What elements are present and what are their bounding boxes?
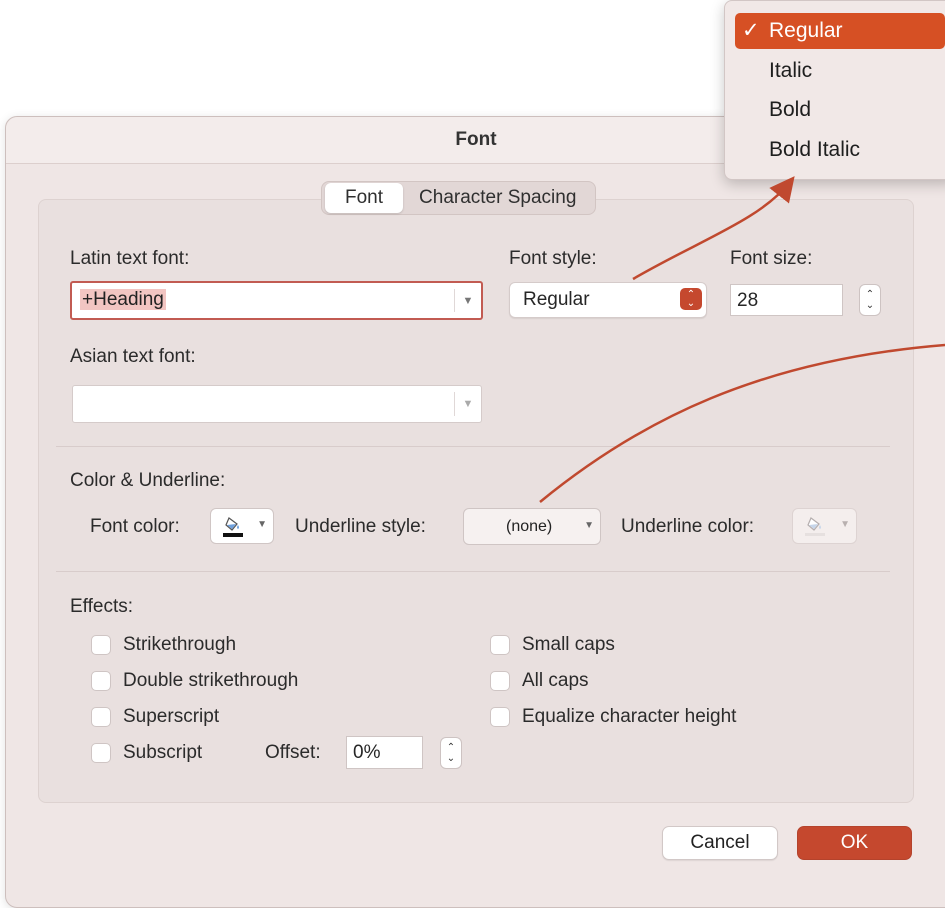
- subscript-checkbox[interactable]: [91, 743, 111, 763]
- equalize-height-label: Equalize character height: [522, 706, 737, 727]
- strikethrough-label: Strikethrough: [123, 634, 237, 655]
- paint-bucket-icon: [223, 517, 243, 537]
- underline-color-button[interactable]: ▼: [792, 508, 857, 544]
- offset-stepper[interactable]: ⌃ ⌄: [440, 737, 462, 769]
- menu-item-regular[interactable]: ✓ Regular: [735, 13, 945, 49]
- superscript-label: Superscript: [123, 706, 220, 727]
- offset-value: 0%: [353, 742, 381, 763]
- divider: [56, 571, 890, 572]
- small-caps-label: Small caps: [522, 634, 615, 655]
- font-size-label: Font size:: [730, 248, 813, 269]
- stepper-up-icon[interactable]: ⌃: [866, 289, 874, 300]
- chevron-down-icon[interactable]: ▼: [454, 289, 481, 312]
- chevron-down-icon[interactable]: ▼: [454, 392, 481, 416]
- subscript-label: Subscript: [123, 742, 203, 763]
- font-color-button[interactable]: ▼: [210, 508, 274, 544]
- tab-font[interactable]: Font: [325, 183, 404, 213]
- underline-style-label: Underline style:: [295, 516, 426, 537]
- offset-label: Offset:: [265, 742, 321, 763]
- up-down-chevron-icon: ⌃ ⌄: [680, 288, 702, 310]
- equalize-height-checkbox[interactable]: [490, 707, 510, 727]
- superscript-checkbox[interactable]: [91, 707, 111, 727]
- font-style-label: Font style:: [509, 248, 597, 269]
- font-style-value: Regular: [523, 289, 590, 310]
- effects-section-label: Effects:: [70, 596, 134, 617]
- small-caps-checkbox[interactable]: [490, 635, 510, 655]
- ok-button[interactable]: OK: [797, 826, 912, 860]
- tab-character-spacing[interactable]: Character Spacing: [403, 183, 592, 213]
- latin-font-combo[interactable]: +Heading ▼: [70, 281, 483, 320]
- font-color-label: Font color:: [90, 516, 180, 537]
- double-strikethrough-checkbox[interactable]: [91, 671, 111, 691]
- all-caps-label: All caps: [522, 670, 589, 691]
- offset-field[interactable]: 0%: [346, 736, 423, 769]
- stepper-down-icon[interactable]: ⌄: [866, 300, 874, 311]
- latin-font-value: +Heading: [80, 289, 166, 310]
- all-caps-checkbox[interactable]: [490, 671, 510, 691]
- stepper-up-icon[interactable]: ⌃: [447, 742, 455, 753]
- chevron-down-icon: ▼: [840, 519, 850, 530]
- font-style-popup[interactable]: Regular ⌃ ⌄: [509, 282, 707, 318]
- font-size-field[interactable]: 28: [730, 284, 843, 316]
- menu-item-italic[interactable]: Italic: [735, 53, 945, 89]
- asian-font-combo[interactable]: ▼: [72, 385, 482, 423]
- chevron-down-icon: ▼: [257, 519, 267, 530]
- tab-bar: Font Character Spacing: [321, 181, 597, 215]
- menu-item-bold[interactable]: Bold: [735, 92, 945, 128]
- divider: [56, 446, 890, 447]
- color-underline-section-label: Color & Underline:: [70, 470, 226, 491]
- stepper-down-icon[interactable]: ⌄: [447, 753, 455, 764]
- font-style-menu: ✓ Regular Italic Bold Bold Italic: [724, 0, 945, 180]
- underline-color-label: Underline color:: [621, 516, 755, 537]
- underline-style-combo[interactable]: (none) ▼: [463, 508, 601, 545]
- chevron-down-icon: ▼: [584, 520, 594, 531]
- underline-style-value: (none): [506, 518, 553, 535]
- font-size-value: 28: [737, 290, 759, 311]
- cancel-button[interactable]: Cancel: [662, 826, 778, 860]
- strikethrough-checkbox[interactable]: [91, 635, 111, 655]
- paint-bucket-icon: [805, 517, 825, 536]
- menu-item-bold-italic[interactable]: Bold Italic: [735, 132, 945, 168]
- font-size-stepper[interactable]: ⌃ ⌄: [859, 284, 881, 316]
- double-strikethrough-label: Double strikethrough: [123, 670, 299, 691]
- checkmark-icon: ✓: [742, 19, 760, 42]
- asian-font-label: Asian text font:: [70, 346, 196, 367]
- latin-font-label: Latin text font:: [70, 248, 190, 269]
